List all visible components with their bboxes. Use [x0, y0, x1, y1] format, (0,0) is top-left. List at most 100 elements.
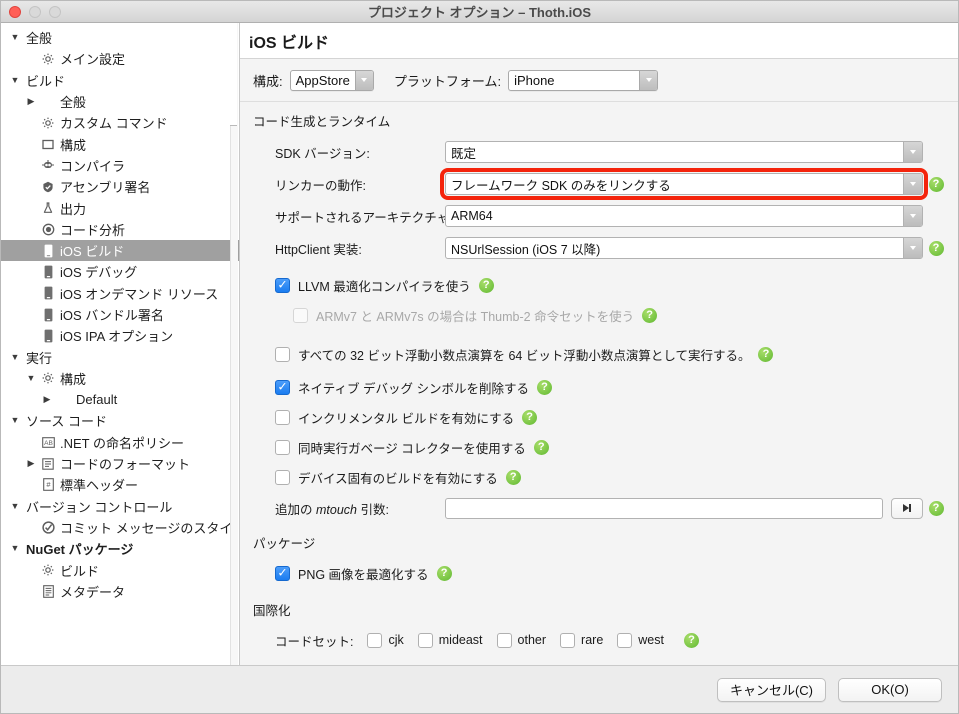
disclosure-open-icon[interactable]: ▼: [7, 33, 23, 42]
sidebar-item-label: 構成: [60, 371, 87, 387]
disclosure-open-icon[interactable]: ▼: [7, 75, 23, 85]
disclosure-open-icon[interactable]: ▼: [7, 544, 23, 553]
help-icon[interactable]: ?: [928, 500, 944, 516]
sidebar-item-10[interactable]: iOS ビルド: [1, 239, 239, 262]
codeset-option-mideast[interactable]: mideast: [417, 632, 483, 648]
checkbox-row-6[interactable]: デバイス固有のビルドを有効にする?: [249, 462, 949, 492]
codeset-option-rare[interactable]: rare: [560, 632, 603, 648]
checkbox-0[interactable]: ✓: [275, 277, 290, 293]
help-icon[interactable]: ?: [928, 176, 944, 192]
codeset-checkbox-rare[interactable]: [560, 632, 576, 648]
chevron-down-icon[interactable]: [903, 206, 922, 226]
sidebar-item-15[interactable]: ▼ 実行: [1, 346, 239, 367]
sidebar-item-0[interactable]: ▼ 全般: [1, 27, 239, 48]
settings-sidebar[interactable]: ▼ 全般 メイン設定 ▼ ビルド ▶ 全般 カスタム コマンド 構成 コンパイラ アセンブリ署名 出力…: [1, 23, 240, 665]
field-dropdown[interactable]: ARM64: [445, 205, 923, 227]
disclosure-open-icon[interactable]: ▼: [7, 416, 23, 425]
sidebar-scrollbar[interactable]: [230, 23, 238, 665]
disclosure-open-icon[interactable]: ▼: [23, 373, 39, 383]
sidebar-scrollbar-thumb[interactable]: [230, 23, 237, 126]
codeset-checkbox-mideast[interactable]: [417, 632, 433, 648]
flask-icon: [39, 202, 57, 214]
disclosure-closed-icon[interactable]: ▶: [39, 395, 55, 404]
help-icon[interactable]: ?: [536, 379, 552, 395]
checkbox-4[interactable]: [275, 409, 290, 425]
sidebar-item-8[interactable]: 出力: [1, 197, 239, 218]
codeset-option-west[interactable]: west: [617, 632, 664, 648]
checkbox-5[interactable]: [275, 439, 290, 455]
checkbox-label: 同時実行ガベージ コレクターを使用する: [298, 441, 526, 456]
sidebar-item-4[interactable]: カスタム コマンド: [1, 112, 239, 133]
field-dropdown[interactable]: 既定: [445, 141, 923, 163]
sidebar-item-20[interactable]: ▶ コードのフォーマット: [1, 453, 239, 474]
sidebar-item-22[interactable]: ▼ バージョン コントロール: [1, 496, 239, 517]
optimize-png-checkbox[interactable]: ✓: [275, 565, 290, 581]
checkbox-row-1[interactable]: ARMv7 と ARMv7s の場合は Thumb-2 命令セットを使う?: [249, 300, 949, 330]
sidebar-item-5[interactable]: 構成: [1, 133, 239, 154]
chevron-down-icon[interactable]: [903, 142, 922, 162]
checkbox-label: すべての 32 ビット浮動小数点演算を 64 ビット浮動小数点演算として実行する…: [298, 348, 751, 363]
mtouch-args-input[interactable]: [445, 497, 883, 519]
cancel-button[interactable]: キャンセル(C): [716, 677, 826, 702]
sidebar-item-16[interactable]: ▼ 構成: [1, 368, 239, 389]
disclosure-closed-icon[interactable]: ▶: [23, 459, 39, 468]
expand-arrow-icon[interactable]: [891, 497, 923, 519]
checkbox-row-2[interactable]: すべての 32 ビット浮動小数点演算を 64 ビット浮動小数点演算として実行する…: [249, 336, 949, 372]
checkbox-1: [293, 307, 308, 323]
codeset-checkbox-other[interactable]: [496, 632, 512, 648]
sidebar-item-17[interactable]: ▶ Default: [1, 389, 239, 410]
checkbox-row-5[interactable]: 同時実行ガベージ コレクターを使用する?: [249, 432, 949, 462]
sidebar-item-18[interactable]: ▼ ソース コード: [1, 410, 239, 431]
codeset-option-cjk[interactable]: cjk: [367, 632, 404, 648]
field-dropdown[interactable]: フレームワーク SDK のみをリンクする: [440, 168, 928, 200]
sidebar-item-2[interactable]: ▼ ビルド: [1, 70, 239, 91]
help-icon[interactable]: ?: [642, 307, 658, 323]
sidebar-item-11[interactable]: iOS デバッグ: [1, 261, 239, 282]
sidebar-item-1[interactable]: メイン設定: [1, 48, 239, 69]
checkbox-row-0[interactable]: ✓ LLVM 最適化コンパイラを使う?: [249, 270, 949, 300]
disclosure-open-icon[interactable]: ▼: [7, 501, 23, 511]
chevron-down-icon[interactable]: [903, 238, 922, 258]
checkbox-3[interactable]: ✓: [275, 379, 290, 395]
chevron-down-icon[interactable]: [639, 70, 658, 90]
sidebar-item-6[interactable]: コンパイラ: [1, 155, 239, 176]
platform-dropdown[interactable]: iPhone: [508, 69, 659, 91]
help-icon[interactable]: ?: [436, 565, 452, 581]
sidebar-item-26[interactable]: メタデータ: [1, 581, 239, 602]
codeset-checkbox-cjk[interactable]: [367, 632, 383, 648]
help-icon[interactable]: ?: [478, 277, 494, 293]
help-icon[interactable]: ?: [505, 469, 521, 485]
codeset-checkbox-west[interactable]: [617, 632, 633, 648]
sidebar-item-24[interactable]: ▼ NuGet パッケージ: [1, 538, 239, 559]
checkbox-row-4[interactable]: インクリメンタル ビルドを有効にする?: [249, 402, 949, 432]
sidebar-item-9[interactable]: コード分析: [1, 219, 239, 240]
help-icon[interactable]: ?: [758, 346, 774, 362]
sidebar-item-23[interactable]: コミット メッセージのスタイル: [1, 517, 239, 538]
help-icon[interactable]: ?: [533, 439, 549, 455]
help-icon[interactable]: ?: [522, 409, 538, 425]
sidebar-item-14[interactable]: iOS IPA オプション: [1, 325, 239, 346]
help-icon[interactable]: ?: [683, 632, 699, 648]
sidebar-item-13[interactable]: iOS バンドル署名: [1, 304, 239, 325]
field-label: リンカーの動作:: [275, 178, 366, 193]
configuration-dropdown[interactable]: AppStore: [289, 69, 374, 91]
checkbox-2[interactable]: [275, 346, 290, 362]
checkbox-row-3[interactable]: ✓ ネイティブ デバッグ シンボルを削除する?: [249, 372, 949, 402]
help-icon[interactable]: ?: [928, 240, 944, 256]
disclosure-open-icon[interactable]: ▼: [7, 352, 23, 362]
disclosure-closed-icon[interactable]: ▶: [23, 97, 39, 106]
field-dropdown[interactable]: NSUrlSession (iOS 7 以降): [445, 237, 923, 259]
sidebar-item-label: iOS IPA オプション: [60, 329, 174, 345]
checkbox-6[interactable]: [275, 469, 290, 485]
doc-lines-icon: [39, 585, 57, 598]
sidebar-item-3[interactable]: ▶ 全般: [1, 91, 239, 112]
sidebar-item-7[interactable]: アセンブリ署名: [1, 176, 239, 197]
ok-button[interactable]: OK(O): [838, 677, 942, 702]
sidebar-item-21[interactable]: # 標準ヘッダー: [1, 474, 239, 495]
chevron-down-icon[interactable]: [903, 174, 922, 194]
sidebar-item-12[interactable]: iOS オンデマンド リソース: [1, 283, 239, 304]
chevron-down-icon[interactable]: [354, 70, 373, 90]
sidebar-item-25[interactable]: ビルド: [1, 559, 239, 580]
codeset-option-other[interactable]: other: [496, 632, 546, 648]
sidebar-item-19[interactable]: AB .NET の命名ポリシー: [1, 432, 239, 453]
